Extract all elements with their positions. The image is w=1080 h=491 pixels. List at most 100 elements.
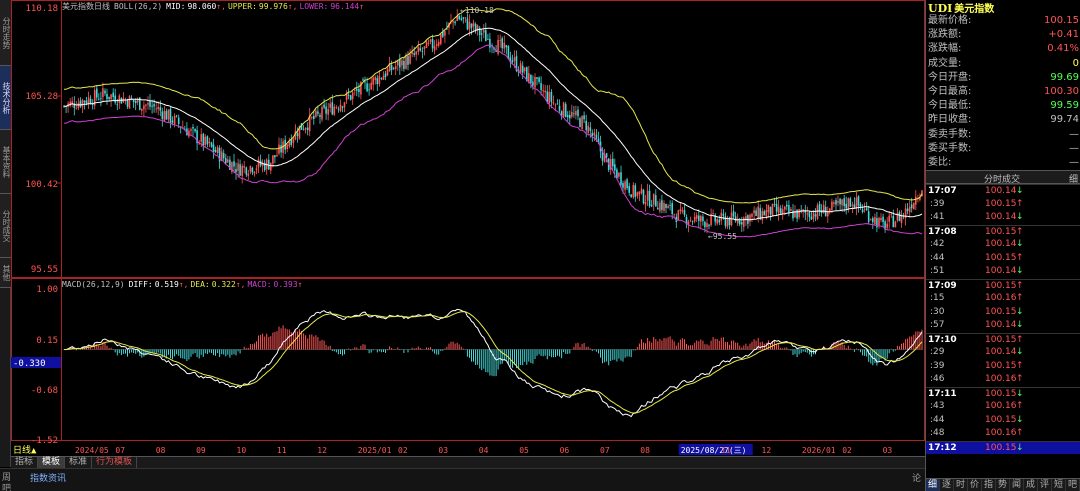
tick-time: 17:12 [928, 442, 957, 453]
candle-body [147, 103, 149, 105]
tick-row[interactable]: :44 100.15 ↓ [926, 414, 1080, 428]
tab-standard[interactable]: 标准 [65, 457, 93, 468]
candle-body [534, 77, 536, 88]
candle-body [378, 76, 381, 84]
candle-body [712, 213, 714, 214]
tick-row[interactable]: :39 100.15 ↑ [926, 198, 1080, 212]
tick-row[interactable]: :42 100.14 ↓ [926, 238, 1080, 252]
candle-body [695, 215, 698, 219]
tick-row[interactable]: 17:07 100.14 ↓ [926, 184, 1080, 198]
quote-label: 委卖手数: [928, 128, 972, 140]
tick-row[interactable]: :29 100.14 ↓ [926, 346, 1080, 360]
right-tab[interactable]: 短 [1052, 479, 1066, 491]
tab-technical[interactable]: 技术分析 [0, 66, 11, 130]
tick-row[interactable]: :43 100.16 ↑ [926, 400, 1080, 414]
candle-body [788, 205, 790, 213]
candle-body [317, 111, 319, 114]
tick-row[interactable]: 17:12 100.15 ↓ [926, 440, 1080, 454]
candle-body [831, 201, 833, 210]
period-switch[interactable]: 日线▲ [13, 444, 37, 456]
candle-body [777, 206, 780, 214]
tick-row[interactable]: 17:10 100.15 ↑ [926, 332, 1080, 347]
candle-body [132, 99, 135, 103]
candle-body [255, 168, 258, 171]
candle-body [321, 107, 323, 120]
tick-row[interactable]: :51 100.14 ↓ [926, 265, 1080, 279]
tick-row[interactable]: :15 100.16 ↑ [926, 292, 1080, 306]
candle-body [732, 211, 735, 217]
tick-row[interactable]: :46 100.16 ↑ [926, 373, 1080, 387]
candle-body [564, 104, 567, 117]
candle-body [177, 117, 180, 124]
tab-indicators[interactable]: 指标 [11, 457, 39, 468]
candle-body [106, 93, 108, 100]
tick-row[interactable]: 17:08 100.15 ↑ [926, 224, 1080, 239]
candle-body [673, 214, 675, 216]
candle-body [278, 144, 280, 154]
candle-body [440, 33, 442, 44]
x-tick-label: 11 [721, 446, 731, 455]
candle-body [861, 209, 864, 212]
right-tab[interactable]: 逐 [940, 479, 954, 491]
candle-body [435, 44, 438, 46]
current-value-label: -0.330 [13, 359, 46, 369]
candle-body [890, 214, 893, 216]
mid-label: MID: [166, 2, 185, 11]
tab-behavior-template[interactable]: 行为模板 [92, 457, 138, 468]
right-tab[interactable]: 细 [926, 479, 940, 491]
candle-body [331, 102, 334, 115]
tab-other[interactable]: 其他 [0, 258, 11, 288]
tick-time: :39 [930, 360, 945, 371]
candle-body [546, 91, 549, 102]
tick-row[interactable]: :48 100.16 ↑ [926, 427, 1080, 441]
candle-body [128, 96, 131, 109]
quote-label: 最新价格: [928, 15, 972, 26]
status-comment[interactable]: 论 [912, 471, 921, 484]
candle-body [659, 202, 661, 212]
tick-row[interactable]: 17:09 100.15 ↑ [926, 278, 1080, 293]
candle-body [237, 163, 239, 171]
candle-body [91, 104, 94, 106]
candle-body [100, 98, 102, 99]
status-bar-label[interactable]: 吧 [2, 481, 11, 491]
candle-body [796, 209, 798, 219]
quote-label: 今日最低: [928, 100, 972, 112]
candle-body [405, 55, 407, 69]
y-tick-macd-0: 1.00 [36, 285, 58, 295]
right-tab[interactable]: 指 [982, 479, 996, 491]
candle-body [767, 204, 770, 213]
tick-row[interactable]: :44 100.15 ↑ [926, 252, 1080, 266]
tick-row[interactable]: 17:11 100.15 ↓ [926, 386, 1080, 401]
tab-ticks[interactable]: 分时成交 [0, 194, 11, 258]
tick-row[interactable]: :39 100.15 ↑ [926, 360, 1080, 374]
tick-row[interactable]: :30 100.15 ↓ [926, 306, 1080, 320]
candle-body [816, 205, 819, 219]
candle-body [624, 181, 626, 190]
candle-body [112, 92, 114, 97]
candle-body [403, 61, 405, 69]
candle-body [343, 102, 346, 108]
candle-body [210, 142, 213, 147]
right-tab[interactable]: 价 [968, 479, 982, 491]
candle-body [384, 73, 387, 78]
right-tab[interactable]: 势 [996, 479, 1010, 491]
chart-area[interactable]: 美元指数日线 BOLL(26,2) MID: 98.060↑, UPPER: 99.976… [11, 0, 925, 456]
right-tab[interactable]: 吧 [1066, 479, 1080, 491]
quote-value: 99.59 [1050, 100, 1079, 112]
candle-body [257, 159, 260, 168]
tick-row[interactable]: :57 100.14 ↓ [926, 319, 1080, 333]
tab-intraday[interactable]: 分时走势 [0, 0, 11, 66]
right-tab[interactable]: 闻 [1010, 479, 1024, 491]
tab-templates[interactable]: 模板 [38, 457, 66, 468]
index-news-link[interactable]: 指数资讯 [30, 471, 66, 484]
price-chart-svg[interactable]: 美元指数日线 BOLL(26,2) MID: 98.060↑, UPPER: 99.976… [11, 0, 925, 456]
tick-price: 100.16 [985, 401, 1017, 411]
candle-body [145, 104, 147, 106]
right-tab[interactable]: 时 [954, 479, 968, 491]
tab-fundamentals[interactable]: 基本资料 [0, 130, 11, 194]
right-tab[interactable]: 成 [1024, 479, 1038, 491]
candle-body [843, 198, 845, 207]
tick-row[interactable]: :41 100.14 ↓ [926, 211, 1080, 225]
right-tab[interactable]: 评 [1038, 479, 1052, 491]
candle-body [593, 132, 596, 136]
